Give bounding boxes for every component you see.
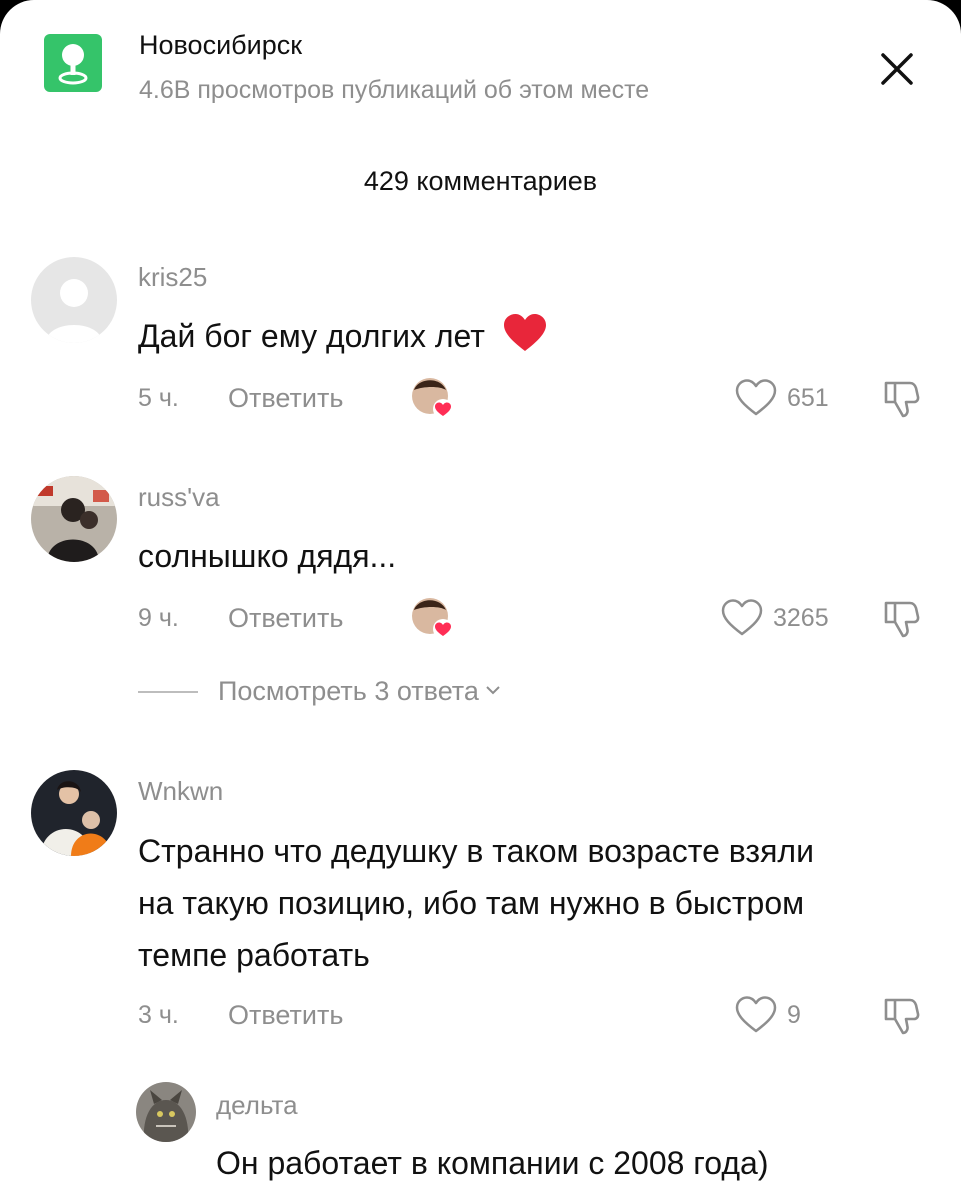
comment-time: 3 ч. xyxy=(138,1001,179,1029)
like-heart-icon[interactable] xyxy=(734,995,778,1035)
comment-text-line: на такую позицию, ибо там нужно в быстро… xyxy=(138,885,805,921)
location-title[interactable]: Новосибирск xyxy=(139,30,302,61)
avatar[interactable] xyxy=(136,1082,196,1142)
reply-button[interactable]: Ответить xyxy=(228,383,343,414)
like-count: 651 xyxy=(787,384,829,412)
comment-time: 5 ч. xyxy=(138,384,179,412)
dislike-icon[interactable] xyxy=(880,377,924,421)
avatar[interactable] xyxy=(31,257,117,343)
creator-liked-badge xyxy=(410,596,456,642)
comments-sheet: Новосибирск 4.6B просмотров публикаций о… xyxy=(0,0,961,1200)
comment-username[interactable]: russ'va xyxy=(138,482,220,513)
avatar[interactable] xyxy=(31,770,117,856)
comment-text-line: темпе работать xyxy=(138,937,370,973)
comment-text: солнышко дядя... xyxy=(138,538,397,574)
comments-count: 429 комментариев xyxy=(363,166,598,196)
comment-time: 9 ч. xyxy=(138,604,179,632)
reply-text: Он работает в компании с 2008 года) xyxy=(216,1145,769,1181)
like-heart-icon[interactable] xyxy=(734,378,778,418)
chevron-down-icon xyxy=(485,683,501,701)
creator-liked-badge xyxy=(410,376,456,422)
divider-line xyxy=(138,690,198,693)
comment-text-line: Странно что дедушку в таком возрасте взя… xyxy=(138,833,814,869)
reply-button[interactable]: Ответить xyxy=(228,603,343,634)
comment-text-body: Дай бог ему долгих лет xyxy=(138,318,485,354)
comment-text: Странно что дедушку в таком возрасте взя… xyxy=(138,825,814,981)
reply-username[interactable]: дельта xyxy=(216,1090,298,1121)
heart-emoji-icon xyxy=(502,313,548,368)
comment-text: Дай бог ему долгих лет xyxy=(138,310,548,368)
view-replies-button[interactable]: Посмотреть 3 ответа xyxy=(138,676,501,707)
dislike-icon[interactable] xyxy=(880,994,924,1038)
like-heart-icon[interactable] xyxy=(720,598,764,638)
comment-username[interactable]: Wnkwn xyxy=(138,776,223,807)
reply-button[interactable]: Ответить xyxy=(228,1000,343,1031)
dislike-icon[interactable] xyxy=(880,597,924,641)
close-icon[interactable] xyxy=(872,44,922,94)
location-pin-icon[interactable] xyxy=(44,34,102,92)
like-count: 3265 xyxy=(773,604,829,632)
like-count: 9 xyxy=(787,1001,801,1029)
location-subtitle: 4.6B просмотров публикаций об этом месте xyxy=(139,76,650,104)
view-replies-label: Посмотреть 3 ответа xyxy=(218,676,479,706)
comment-username[interactable]: kris25 xyxy=(138,262,207,293)
avatar[interactable] xyxy=(31,476,117,562)
